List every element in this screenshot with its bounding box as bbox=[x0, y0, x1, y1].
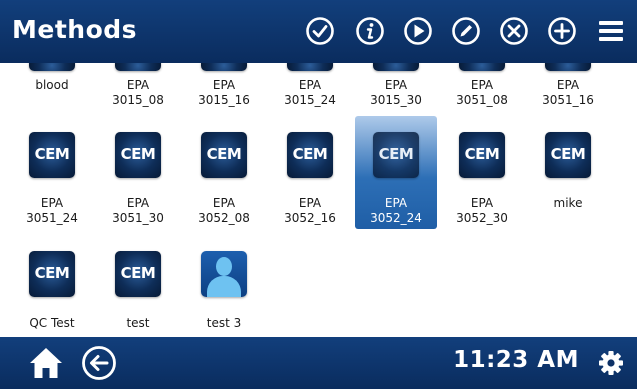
method-tile[interactable]: CEM mike bbox=[527, 116, 609, 229]
menu-button[interactable] bbox=[597, 16, 625, 46]
header-bar: Methods bbox=[0, 0, 637, 63]
method-label: EPA 3015_16 bbox=[198, 78, 250, 107]
home-icon bbox=[30, 348, 62, 378]
pencil-circle-icon bbox=[452, 17, 480, 45]
back-button[interactable] bbox=[81, 345, 117, 381]
home-button[interactable] bbox=[28, 346, 64, 380]
method-tile-selected[interactable]: CEM EPA 3052_24 bbox=[355, 116, 437, 229]
method-tile[interactable]: blood bbox=[11, 63, 93, 113]
method-tile[interactable]: CEM QC Test bbox=[11, 235, 93, 335]
method-badge: CEM bbox=[29, 132, 75, 178]
method-tile[interactable]: CEM EPA 3051_24 bbox=[11, 116, 93, 229]
method-tile[interactable]: EPA 3015_24 bbox=[269, 63, 351, 113]
method-label: test 3 bbox=[206, 316, 242, 330]
cem-logo: CEM bbox=[464, 145, 500, 163]
method-badge: CEM bbox=[201, 132, 247, 178]
footer-bar: 11:23 AM bbox=[0, 337, 637, 389]
method-tile[interactable]: CEM EPA 3051_30 bbox=[97, 116, 179, 229]
x-circle-icon bbox=[500, 17, 528, 45]
method-badge bbox=[459, 63, 505, 71]
edit-button[interactable] bbox=[451, 16, 481, 46]
method-tile[interactable]: CEM EPA 3052_08 bbox=[183, 116, 265, 229]
methods-grid: blood EPA 3015_08 EPA 3015_16 EPA 3015_2… bbox=[0, 63, 637, 337]
method-badge bbox=[201, 63, 247, 71]
method-tile[interactable]: CEM EPA 3052_30 bbox=[441, 116, 523, 229]
method-label: EPA 3051_30 bbox=[112, 196, 164, 225]
method-badge: CEM bbox=[545, 132, 591, 178]
clock-display: 11:23 AM bbox=[453, 347, 579, 373]
method-badge: CEM bbox=[287, 132, 333, 178]
cem-logo: CEM bbox=[120, 145, 156, 163]
method-label: test bbox=[126, 316, 150, 330]
back-arrow-circle-icon bbox=[82, 346, 116, 380]
method-label: EPA 3015_24 bbox=[284, 78, 336, 107]
method-label: EPA 3051_16 bbox=[542, 78, 594, 107]
cem-logo: CEM bbox=[34, 264, 70, 282]
method-tile[interactable]: EPA 3015_30 bbox=[355, 63, 437, 113]
cem-logo: CEM bbox=[378, 145, 414, 163]
method-tile[interactable]: EPA 3051_16 bbox=[527, 63, 609, 113]
method-label: EPA 3052_30 bbox=[456, 196, 508, 225]
method-label: blood bbox=[35, 78, 69, 92]
method-label: EPA 3015_30 bbox=[370, 78, 422, 107]
cem-logo: CEM bbox=[206, 145, 242, 163]
settings-button[interactable] bbox=[598, 350, 624, 376]
method-label: EPA 3052_16 bbox=[284, 196, 336, 225]
plus-circle-icon bbox=[548, 17, 576, 45]
method-badge: CEM bbox=[115, 132, 161, 178]
info-button[interactable] bbox=[355, 16, 385, 46]
method-badge bbox=[373, 63, 419, 71]
method-label: EPA 3051_24 bbox=[26, 196, 78, 225]
method-label: QC Test bbox=[29, 316, 75, 330]
method-badge: CEM bbox=[373, 132, 419, 178]
cem-logo: CEM bbox=[120, 264, 156, 282]
method-label: EPA 3015_08 bbox=[112, 78, 164, 107]
method-badge bbox=[545, 63, 591, 71]
method-badge bbox=[115, 63, 161, 71]
page-title: Methods bbox=[12, 15, 138, 44]
hamburger-menu-icon bbox=[599, 21, 623, 41]
method-badge bbox=[29, 63, 75, 71]
method-label: mike bbox=[553, 196, 583, 210]
user-avatar-icon bbox=[201, 251, 247, 297]
cem-logo: CEM bbox=[34, 145, 70, 163]
method-tile[interactable]: CEM test bbox=[97, 235, 179, 335]
method-badge: CEM bbox=[29, 251, 75, 297]
method-tile[interactable]: EPA 3015_16 bbox=[183, 63, 265, 113]
delete-button[interactable] bbox=[499, 16, 529, 46]
method-tile[interactable]: test 3 bbox=[183, 235, 265, 335]
cem-logo: CEM bbox=[550, 145, 586, 163]
method-label: EPA 3052_08 bbox=[198, 196, 250, 225]
method-label: EPA 3052_24 bbox=[370, 196, 422, 225]
play-circle-icon bbox=[404, 17, 432, 45]
method-badge bbox=[287, 63, 333, 71]
method-tile[interactable]: EPA 3051_08 bbox=[441, 63, 523, 113]
method-label: EPA 3051_08 bbox=[456, 78, 508, 107]
add-button[interactable] bbox=[547, 16, 577, 46]
run-button[interactable] bbox=[403, 16, 433, 46]
method-badge: CEM bbox=[459, 132, 505, 178]
method-tile[interactable]: CEM EPA 3052_16 bbox=[269, 116, 351, 229]
info-circle-icon bbox=[356, 17, 384, 45]
method-tile[interactable]: EPA 3015_08 bbox=[97, 63, 179, 113]
cem-logo: CEM bbox=[292, 145, 328, 163]
confirm-button[interactable] bbox=[305, 16, 335, 46]
gear-icon bbox=[599, 351, 623, 375]
method-badge: CEM bbox=[115, 251, 161, 297]
check-circle-icon bbox=[306, 17, 334, 45]
